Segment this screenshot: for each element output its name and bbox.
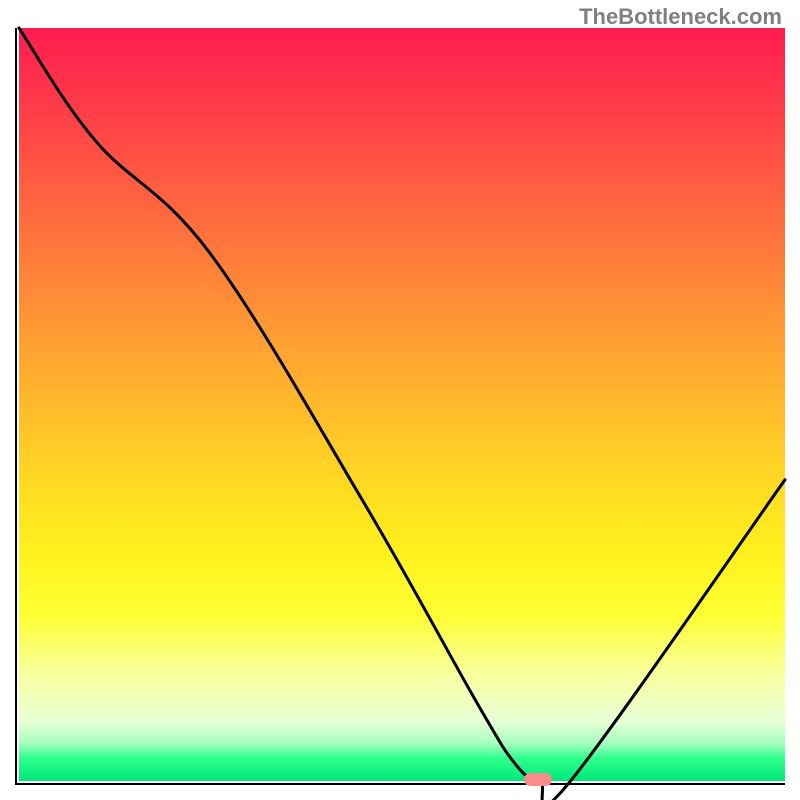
curve-path <box>19 28 785 800</box>
chart-container: TheBottleneck.com <box>0 0 800 800</box>
plot-area <box>15 28 785 785</box>
watermark-text: TheBottleneck.com <box>579 4 782 30</box>
optimum-marker <box>524 773 552 786</box>
bottleneck-curve <box>19 28 785 781</box>
